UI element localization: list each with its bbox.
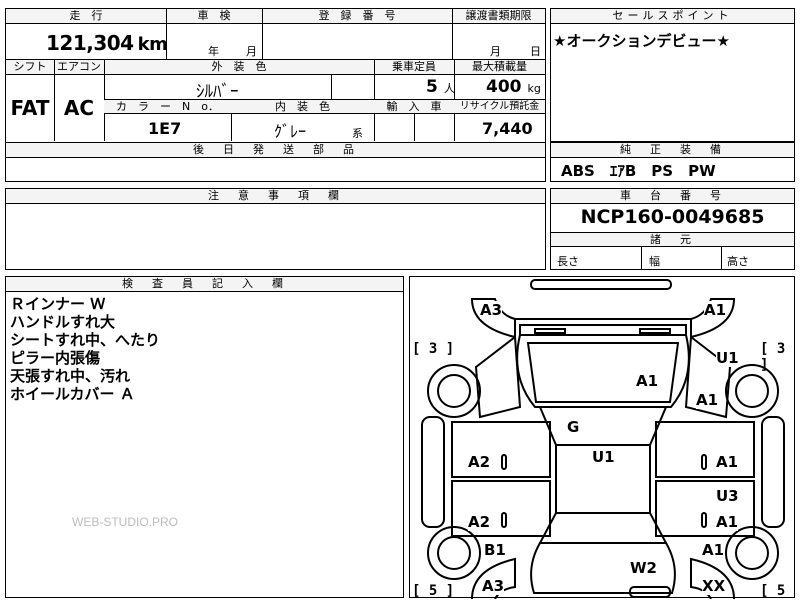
- aircon-value: AC: [63, 96, 95, 120]
- interior-header: 内 装 色: [275, 100, 330, 113]
- transfer-month-label: 月: [490, 45, 501, 58]
- interior-color-unit: 系: [352, 127, 364, 140]
- sales-point-text: ★オークションデビュー★: [553, 32, 730, 50]
- right-tire-front-bracket: [ 3 ]: [760, 341, 786, 373]
- mark-front-left: A3: [480, 301, 503, 319]
- top-info-box: 走 行 車 検 登 録 番 号 譲渡書類期限 121,304 km 年 月 月 日: [5, 8, 546, 60]
- capacity-unit: 人: [443, 82, 455, 95]
- mark-right-fender: U1: [716, 349, 739, 367]
- capacity-header: 乗車定員: [392, 60, 436, 73]
- spec-box: シフト エアコン 外 装 色 乗車定員 最大積載量 カ ラ ー N o． 内 装…: [5, 60, 546, 156]
- mark-right-door-rear: A1: [716, 513, 739, 531]
- inspector-header: 検 査 員 記 入 欄: [6, 277, 403, 292]
- mark-rear-left: A3: [482, 577, 505, 595]
- dimension-height-label: 高さ: [727, 255, 749, 268]
- notes-header: 注 意 事 項 欄: [6, 189, 545, 204]
- color-no-value: 1E7: [148, 119, 182, 138]
- right-tire-rear-bracket: [ 5 ]: [760, 583, 786, 600]
- recycle-header: リサイクル預託金: [459, 101, 540, 112]
- mark-left-rear-fender: B1: [484, 541, 506, 559]
- mark-hood: A1: [636, 372, 659, 390]
- sales-point-box: セールスポイント ★オークションデビュー★: [550, 8, 795, 142]
- equipment-box: 純 正 装 備 ABS ｴｱB PS PW: [550, 142, 795, 182]
- interior-color-value: ｸﾞﾚｰ系: [274, 122, 364, 141]
- exterior-color-value: ｼﾙﾊﾞｰ: [196, 82, 239, 102]
- dimension-width-label: 幅: [649, 255, 660, 268]
- mileage-header: 走 行: [69, 9, 103, 22]
- mileage-value: 121,304 km: [46, 31, 168, 55]
- chassis-box: 車 台 番 号 NCP160-0049685 諸 元 長さ 幅 高さ: [550, 188, 795, 270]
- inspector-line: シートすれ中、へたり: [10, 331, 161, 349]
- inspector-line: Ｒインナー Ｗ: [10, 295, 106, 313]
- inspector-line: ホイールカバー Ａ: [10, 385, 135, 403]
- mark-left-door-front: A2: [468, 453, 491, 471]
- shift-value: FAT: [10, 96, 50, 120]
- mark-rear-right: XX: [702, 577, 726, 595]
- chassis-header: 車 台 番 号: [551, 189, 794, 204]
- mark-windshield: G: [567, 418, 580, 436]
- shaken-month-label: 月: [246, 45, 257, 58]
- transfer-day-label: 日: [530, 45, 541, 58]
- shaken-header: 車 検: [197, 9, 231, 22]
- inspector-line: ハンドルすれ大: [10, 313, 116, 331]
- car-diagram: [421, 279, 785, 599]
- max-load-unit: kg: [527, 82, 541, 95]
- left-tire-rear-bracket: [ 5 ]: [412, 583, 455, 599]
- left-tire-front-bracket: [ 3 ]: [412, 341, 455, 357]
- exterior-header: 外 装 色: [211, 60, 267, 73]
- shift-header: シフト: [13, 60, 47, 73]
- later-parts-header: 後 日 発 送 部 品: [6, 143, 545, 158]
- mark-left-tire-rear: 5: [428, 583, 438, 599]
- sales-point-header: セールスポイント: [551, 9, 794, 24]
- later-parts-box: 後 日 発 送 部 品: [5, 142, 546, 182]
- transfer-header: 譲渡書類期限: [465, 9, 532, 22]
- chassis-value: NCP160-0049685: [580, 206, 765, 228]
- dimensions-header: 諸 元: [551, 233, 794, 247]
- mark-right-tire-rear: 5: [776, 583, 786, 599]
- notes-box: 注 意 事 項 欄: [5, 188, 546, 270]
- mark-right-door-rear-u: U3: [716, 487, 739, 505]
- mark-right-door-front: A1: [716, 453, 739, 471]
- inspector-box: 検 査 員 記 入 欄 Ｒインナー Ｗ ハンドルすれ大 シートすれ中、へたり ピ…: [5, 276, 404, 598]
- watermark: WEB-STUDIO.PRO: [72, 515, 179, 529]
- car-diagram-box: A3 A1 [ 3 ] [ 3 ] U1 A1 A1 G U1 A2 A1 U3…: [409, 276, 795, 600]
- mark-rear-gate: W2: [630, 559, 657, 577]
- mark-left-door-rear: A2: [468, 513, 491, 531]
- mark-front-right: A1: [704, 301, 727, 319]
- mark-right-rear-fender: A1: [702, 541, 725, 559]
- capacity-value: 5人: [426, 77, 455, 97]
- shaken-year-label: 年: [208, 45, 219, 58]
- inspector-notes: Ｒインナー Ｗ ハンドルすれ大 シートすれ中、へたり ピラー内張傷 天張すれ中、…: [10, 295, 160, 403]
- mark-left-tire-front: 3: [428, 341, 438, 357]
- import-header: 輸 入 車: [386, 100, 442, 113]
- max-load-value: 400 kg: [486, 77, 541, 97]
- registration-header: 登 録 番 号: [318, 9, 396, 22]
- mark-right-fender2: A1: [696, 391, 719, 409]
- equipment-value: ABS ｴｱB PS PW: [561, 162, 716, 180]
- inspector-line: 天張すれ中、汚れ: [10, 367, 131, 385]
- mark-right-tire-front: 3: [776, 341, 786, 357]
- equipment-header: 純 正 装 備: [551, 143, 794, 158]
- mileage-unit: km: [137, 34, 168, 55]
- mark-roof: U1: [592, 448, 615, 466]
- inspector-line: ピラー内張傷: [10, 349, 101, 367]
- aircon-header: エアコン: [57, 60, 101, 73]
- dimension-length-label: 長さ: [557, 255, 579, 268]
- max-load-header: 最大積載量: [472, 60, 527, 73]
- color-no-header: カ ラ ー N o．: [116, 100, 219, 113]
